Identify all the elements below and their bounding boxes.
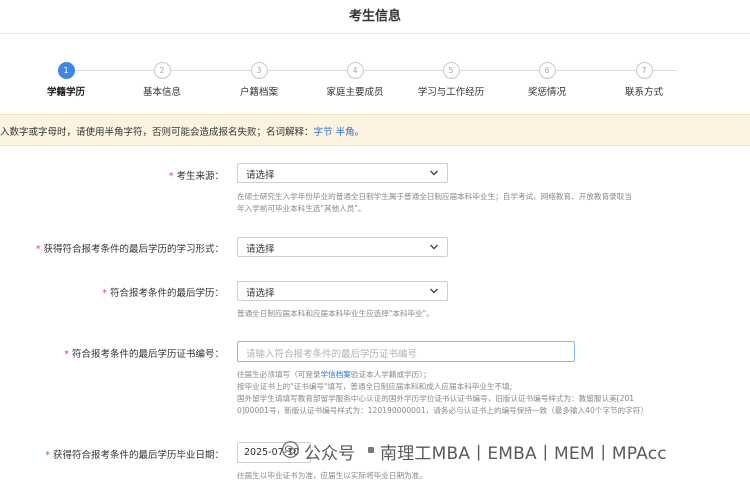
source-hint-line: 年入学前可毕业本科生选"其他人员"。: [237, 204, 366, 213]
source-label-text: 考生来源：: [176, 171, 224, 182]
required-mark: *: [35, 244, 41, 255]
cert-no-hint-line: 往届生必须填写（可登录学信档案验证本人学籍或学历）；: [237, 369, 648, 381]
grad-date-label: * 获得符合报考条件的最后学历毕业日期：: [45, 447, 224, 461]
required-mark: *: [64, 349, 69, 360]
step-label: 家庭主要成员: [326, 87, 384, 98]
notice-message: 入数字或字母时，请使用半角字符，否则可能会造成报名失败；名词解释：: [0, 127, 314, 138]
chevron-down-icon: [430, 170, 438, 176]
source-hint-line: 在硕士研究生入学年份毕业的普通全日制学生属于普通全日制应届本科毕业生；自学考试、…: [237, 192, 632, 201]
wechat-icon: [282, 441, 299, 458]
study-form-label: * 获得符合报考条件的最后学历的学习形式：: [36, 241, 224, 255]
cert-no-hint-text: 验证本人学籍或学历）；: [350, 370, 431, 379]
step-5-study-work-experience[interactable]: 5 学习与工作经历: [401, 62, 501, 98]
last-degree-label-text: 符合报考条件的最后学历：: [109, 288, 224, 299]
page-header: 考生信息: [0, 0, 750, 34]
step-label: 基本信息: [142, 87, 181, 98]
watermark-label: 公众号: [304, 444, 355, 464]
cert-no-placeholder: 请输入符合报考条件的最后学历证书编号: [246, 349, 418, 360]
step-3-household-record[interactable]: 3 户籍档案: [209, 62, 309, 98]
page-title: 考生信息: [348, 9, 401, 24]
step-number-circle: 1: [57, 62, 75, 79]
step-number-circle: 3: [250, 62, 268, 79]
cert-no-hint: 往届生必须填写（可登录学信档案验证本人学籍或学历）； 按毕业证书上的"证书编号"…: [237, 369, 648, 417]
step-number-circle: 7: [635, 62, 653, 79]
notice-banner: 入数字或字母时，请使用半角字符，否则可能会造成报名失败；名词解释：字节 半角。: [0, 114, 750, 146]
study-form-label-text: 获得符合报考条件的最后学历的学习形式：: [43, 244, 224, 255]
link-xuexin-archive[interactable]: 学信档案: [321, 370, 351, 379]
watermark-account-name: 南理工MBA丨EMBA丨MEM丨MPAcc: [380, 444, 667, 464]
step-2-basic-info[interactable]: 2 基本信息: [112, 62, 212, 98]
step-number-circle: 2: [153, 62, 171, 79]
cert-no-hint-text: 往届生必须填写（可登录: [237, 370, 321, 379]
step-7-contact-info[interactable]: 7 联系方式: [594, 62, 694, 98]
watermark-separator: [368, 447, 374, 453]
step-label: 学习与工作经历: [417, 87, 485, 98]
link-byte[interactable]: 字节: [314, 127, 333, 138]
source-hint: 在硕士研究生入学年份毕业的普通全日制学生属于普通全日制应届本科毕业生；自学考试、…: [237, 191, 632, 215]
step-progress: 1 学籍学历 2 基本信息 3 户籍档案 4 家庭主要成员 5 学习与工作经历 …: [0, 58, 750, 102]
cert-no-hint-line: 国外留学生请填写教育部留学服务中心认证的国外学历学位证书认证书编号，旧版认证书编…: [237, 394, 635, 403]
grad-date-hint: 往届生以毕业证书为准，应届生以实际将毕业日期为准。: [237, 471, 427, 480]
cert-no-hint-line: 0]00001号，新版认证书编号样式为：120190000001，请务必与认证书…: [237, 406, 648, 415]
cert-no-input[interactable]: 请输入符合报考条件的最后学历证书编号: [237, 341, 575, 362]
grad-date-input[interactable]: 2025-07-10: [237, 442, 311, 463]
cert-no-label-text: 符合报考条件的最后学历证书编号：: [71, 349, 224, 360]
last-degree-select-value: 请选择: [246, 288, 275, 299]
cert-no-label: * 符合报考条件的最后学历证书编号：: [64, 346, 224, 360]
step-number-circle: 5: [442, 62, 460, 79]
required-mark: *: [168, 171, 174, 182]
step-number-circle: 4: [346, 62, 364, 79]
step-number-circle: 6: [538, 62, 556, 79]
step-label: 联系方式: [624, 87, 663, 98]
last-degree-label: * 符合报考条件的最后学历：: [102, 285, 224, 299]
last-degree-hint: 普通全日制应届本科和应届本科毕业生应选择"本科毕业"。: [237, 309, 434, 318]
required-mark: *: [45, 450, 50, 461]
source-select-value: 请选择: [246, 170, 275, 181]
link-half-width[interactable]: 半角。: [336, 127, 365, 138]
cert-no-hint-line: 按毕业证书上的"证书编号"填写，普通全日制应届本科和成人应届本科毕业生不填;: [237, 382, 513, 391]
step-label: 奖惩情况: [527, 87, 566, 98]
step-1-academic[interactable]: 1 学籍学历: [16, 62, 116, 98]
study-form-select-value: 请选择: [246, 244, 275, 255]
study-form-select[interactable]: 请选择: [237, 237, 448, 257]
step-6-rewards-punishments[interactable]: 6 奖惩情况: [497, 62, 597, 98]
chevron-down-icon: [430, 244, 438, 250]
step-4-family-members[interactable]: 4 家庭主要成员: [305, 62, 405, 98]
required-mark: *: [102, 288, 107, 299]
last-degree-select[interactable]: 请选择: [237, 281, 448, 301]
source-label: * 考生来源：: [169, 168, 224, 182]
notice-text: 入数字或字母时，请使用半角字符，否则可能会造成报名失败；名词解释：字节 半角。: [0, 124, 364, 138]
source-select[interactable]: 请选择: [237, 163, 448, 183]
step-label: 户籍档案: [239, 87, 278, 98]
chevron-down-icon: [430, 288, 438, 294]
grad-date-label-text: 获得符合报考条件的最后学历毕业日期：: [52, 450, 224, 461]
step-label: 学籍学历: [46, 87, 85, 98]
